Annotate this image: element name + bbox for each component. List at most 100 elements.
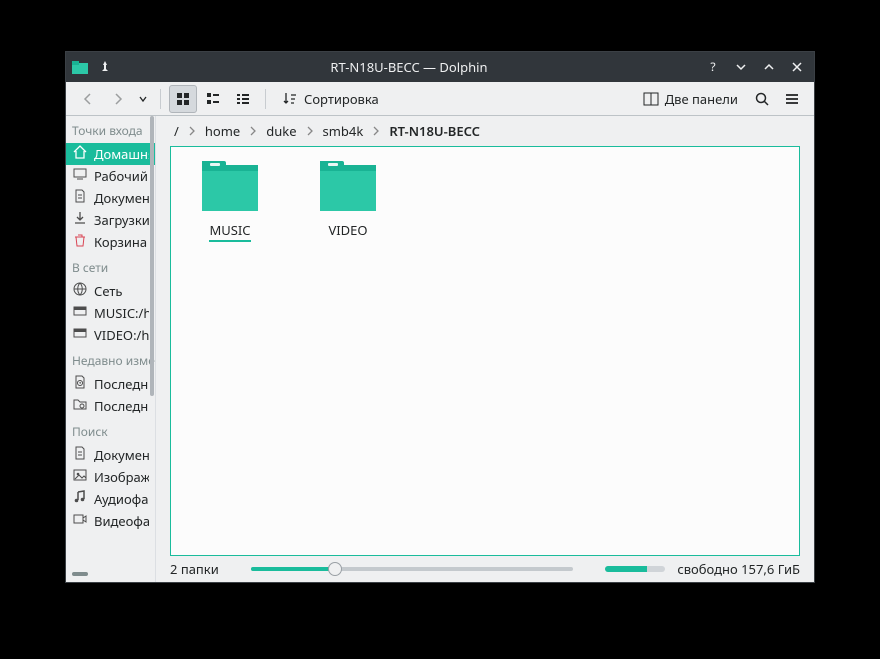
two-panels-button[interactable]: Две панели: [635, 85, 746, 113]
sidebar-item[interactable]: VIDEO:/home: [66, 324, 155, 346]
sidebar-item-label: Видеофайлы: [94, 512, 149, 530]
folder-name: VIDEO: [328, 221, 367, 239]
video-icon: [72, 511, 88, 531]
downloads-icon: [72, 210, 88, 230]
sidebar-group-title: Точки входа: [66, 116, 155, 143]
desktop-icon: [72, 166, 88, 186]
chevron-right-icon: [305, 126, 315, 136]
breadcrumb: / home duke smb4k RT-N18U-BECC: [156, 116, 814, 146]
forward-button[interactable]: [104, 85, 132, 113]
window-title: RT-N18U-BECC — Dolphin: [122, 58, 696, 76]
sidebar-group-title: Поиск: [66, 417, 155, 444]
folder-name: MUSIC: [209, 221, 250, 242]
network-icon: [72, 281, 88, 301]
svg-text:?: ?: [710, 60, 715, 74]
sort-icon: [282, 91, 298, 107]
breadcrumb-segment[interactable]: home: [201, 120, 244, 142]
search-icon: [754, 91, 770, 107]
breadcrumb-segment[interactable]: smb4k: [319, 120, 368, 142]
sidebar-item-label: MUSIC:/home: [94, 304, 149, 322]
zoom-slider[interactable]: [251, 561, 574, 577]
nav-dropdown[interactable]: [134, 85, 152, 113]
sidebar-resize-handle[interactable]: [72, 572, 88, 576]
sidebar-item[interactable]: MUSIC:/home: [66, 302, 155, 324]
sidebar-group-title: В сети: [66, 253, 155, 280]
chevron-right-icon: [248, 126, 258, 136]
sidebar-item[interactable]: Сеть: [66, 280, 155, 302]
dolphin-window: RT-N18U-BECC — Dolphin ?: [66, 52, 814, 582]
toolbar: Сортировка Две панели: [66, 82, 814, 116]
sidebar-item[interactable]: Аудиофайлы: [66, 488, 155, 510]
sidebar-item-label: Изображения: [94, 468, 149, 486]
chevron-right-icon: [187, 126, 197, 136]
sort-button[interactable]: Сортировка: [274, 85, 387, 113]
sidebar-item-label: Документы: [94, 446, 149, 464]
sidebar-item[interactable]: Рабочий стол: [66, 165, 155, 187]
status-free-space: свободно 157,6 ГиБ: [677, 560, 800, 578]
sidebar-item[interactable]: Видеофайлы: [66, 510, 155, 532]
sidebar-item[interactable]: Домашняя папка: [66, 143, 155, 165]
audio-icon: [72, 489, 88, 509]
file-view[interactable]: MUSIC VIDEO: [170, 146, 800, 556]
titlebar: RT-N18U-BECC — Dolphin ?: [66, 52, 814, 82]
folder-icon: [320, 161, 376, 211]
sort-label: Сортировка: [304, 90, 379, 108]
sidebar-item-label: Последние места: [94, 397, 149, 415]
disk-usage-indicator: [605, 566, 665, 572]
mount-icon: [72, 325, 88, 345]
home-icon: [72, 144, 88, 164]
sidebar-item-label: Сеть: [94, 282, 122, 300]
toolbar-separator: [160, 89, 161, 109]
breadcrumb-current[interactable]: RT-N18U-BECC: [385, 120, 484, 142]
pin-button[interactable]: [94, 56, 116, 78]
sidebar-item-label: Рабочий стол: [94, 167, 149, 185]
status-item-count: 2 папки: [170, 560, 219, 578]
sidebar-item-label: Документы: [94, 189, 149, 207]
folder-item[interactable]: VIDEO: [303, 161, 393, 242]
breadcrumb-root[interactable]: /: [170, 120, 183, 142]
minimize-button[interactable]: [730, 56, 752, 78]
sidebar-item[interactable]: Документы: [66, 187, 155, 209]
sidebar-item-label: Корзина: [94, 233, 147, 251]
sidebar-item-label: Аудиофайлы: [94, 490, 149, 508]
trash-icon: [72, 232, 88, 252]
folder-icon: [202, 161, 258, 211]
app-icon: [72, 59, 88, 75]
close-button[interactable]: [786, 56, 808, 78]
sidebar-item-label: VIDEO:/home: [94, 326, 149, 344]
toolbar-separator: [265, 89, 266, 109]
sidebar-item[interactable]: Корзина: [66, 231, 155, 253]
main-pane: / home duke smb4k RT-N18U-BECC MUSIC: [156, 116, 814, 582]
hamburger-icon: [784, 91, 800, 107]
folder-item[interactable]: MUSIC: [185, 161, 275, 242]
sidebar-item[interactable]: Изображения: [66, 466, 155, 488]
menu-button[interactable]: [778, 85, 806, 113]
mount-icon: [72, 303, 88, 323]
breadcrumb-segment[interactable]: duke: [262, 120, 300, 142]
documents-icon: [72, 445, 88, 465]
documents-icon: [72, 188, 88, 208]
sidebar-item[interactable]: Документы: [66, 444, 155, 466]
sidebar-item[interactable]: Загрузки: [66, 209, 155, 231]
help-button[interactable]: ?: [702, 56, 724, 78]
two-panels-label: Две панели: [665, 90, 738, 108]
view-details-button[interactable]: [229, 85, 257, 113]
sidebar-group-title: Недавно изменённые: [66, 346, 155, 373]
recent-doc-icon: [72, 374, 88, 394]
sidebar-item[interactable]: Последние файлы: [66, 373, 155, 395]
places-sidebar: Точки входа Домашняя папка Рабочий стол Док…: [66, 116, 156, 582]
sidebar-scrollbar[interactable]: [149, 116, 155, 572]
split-icon: [643, 91, 659, 107]
sidebar-item-label: Последние файлы: [94, 375, 149, 393]
view-icons-button[interactable]: [169, 85, 197, 113]
view-compact-button[interactable]: [199, 85, 227, 113]
sidebar-item-label: Домашняя папка: [94, 145, 149, 163]
search-button[interactable]: [748, 85, 776, 113]
maximize-button[interactable]: [758, 56, 780, 78]
sidebar-item-label: Загрузки: [94, 211, 149, 229]
status-bar: 2 папки свободно 157,6 ГиБ: [156, 556, 814, 582]
sidebar-item[interactable]: Последние места: [66, 395, 155, 417]
recent-folder-icon: [72, 396, 88, 416]
back-button[interactable]: [74, 85, 102, 113]
chevron-right-icon: [371, 126, 381, 136]
